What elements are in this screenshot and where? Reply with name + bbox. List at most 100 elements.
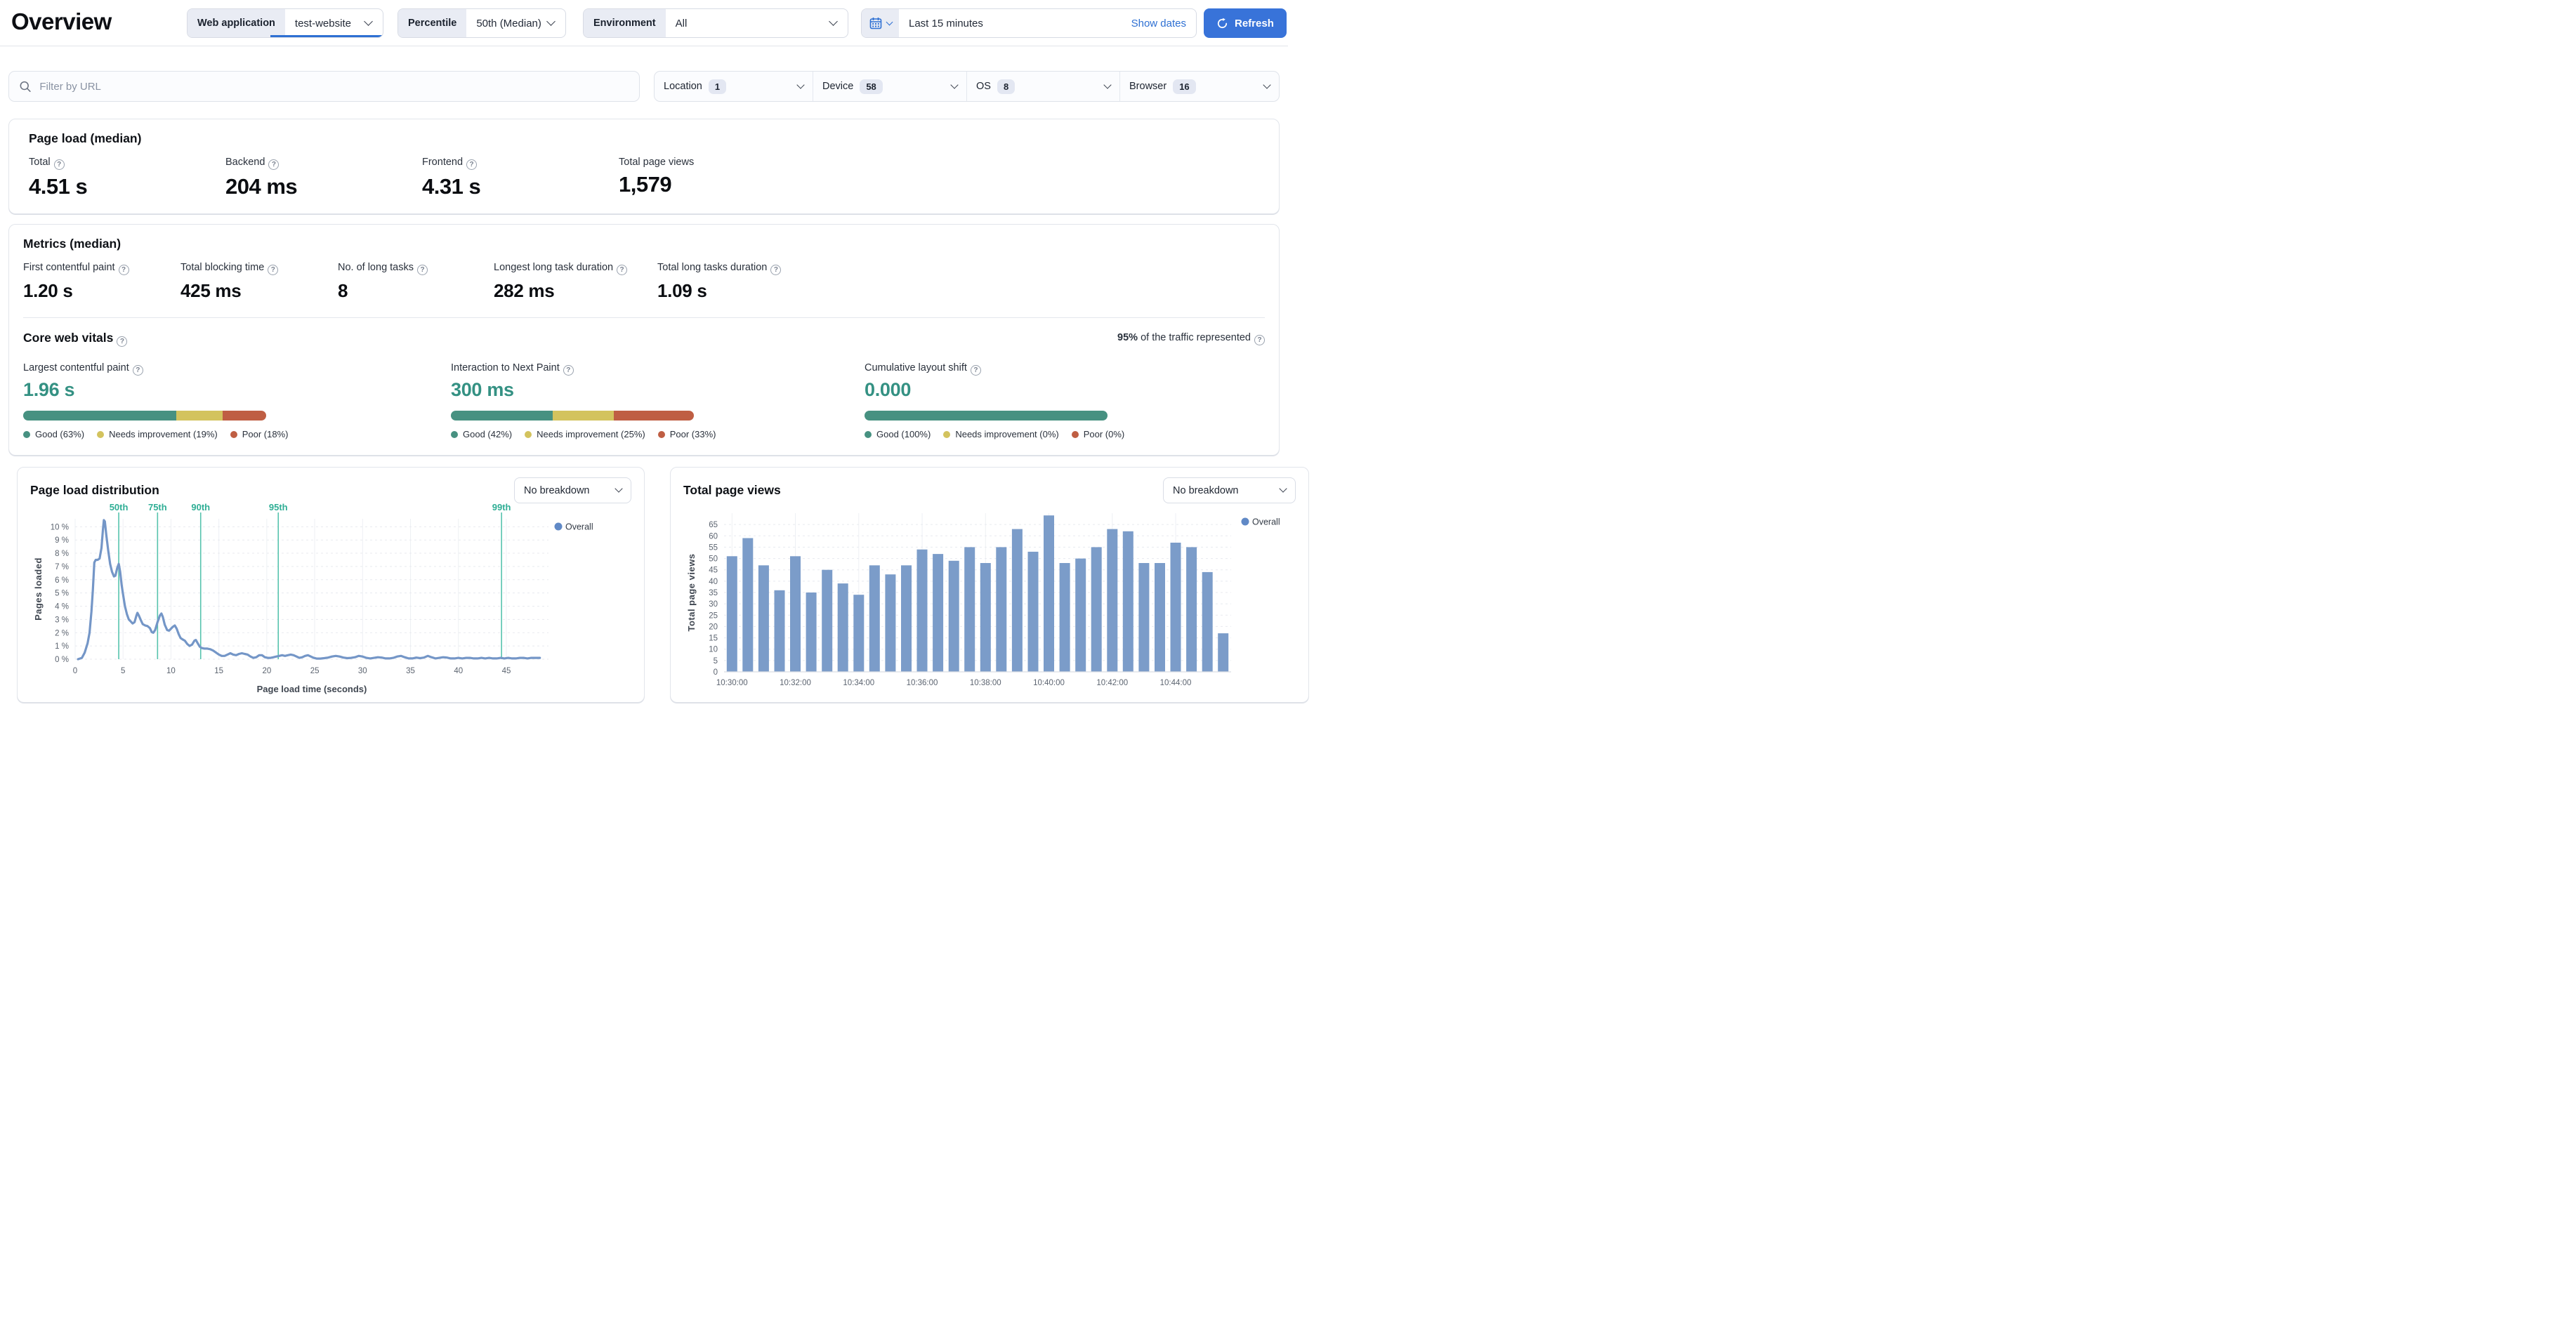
top-bar: Overview Web application test-website Pe… (0, 0, 1288, 46)
time-range-picker[interactable]: Last 15 minutes Show dates (861, 8, 1197, 38)
svg-text:15: 15 (214, 667, 223, 675)
os-filter[interactable]: OS 8 (967, 72, 1120, 101)
svg-text:20: 20 (262, 667, 271, 675)
vital-inp: Interaction to Next Paint 300 ms Good (4… (451, 362, 865, 439)
distribution-breakdown-select[interactable]: No breakdown (514, 477, 631, 503)
chevron-down-icon (546, 17, 556, 26)
browser-filter-label: Browser (1129, 81, 1167, 92)
page-load-distribution-chart[interactable]: 0 5 10 15 20 25 30 35 40 45 0 % 1 % 2 % 3 % 4 % 5 % 6 % 7… (30, 502, 631, 680)
svg-text:0 %: 0 % (55, 656, 69, 664)
svg-text:5: 5 (121, 667, 125, 675)
distribution-x-axis-title: Page load time (seconds) (256, 684, 367, 694)
metric-total-task-duration-value: 1.09 s (657, 280, 707, 301)
metric-total-value: 4.51 s (29, 174, 88, 199)
good-dot-icon (23, 430, 30, 438)
url-filter[interactable] (8, 71, 640, 102)
svg-text:0: 0 (73, 667, 77, 675)
help-icon[interactable] (268, 265, 279, 275)
vital-lcp-label: Largest contentful paint (23, 362, 129, 373)
environment-select[interactable]: Environment All (583, 8, 848, 38)
browser-filter[interactable]: Browser 16 (1120, 72, 1279, 101)
metric-tbt: Total blocking time 425 ms (180, 262, 338, 302)
svg-text:10: 10 (709, 646, 718, 654)
page-load-card: Page load (median) Total 4.51 s Backend … (8, 119, 1280, 214)
total-page-views-card: Total page views No breakdown 10:30:00 10… (670, 467, 1309, 703)
facet-filter-group: Location 1 Device 58 OS 8 Browser 16 (654, 71, 1280, 102)
help-icon[interactable] (118, 265, 129, 275)
svg-text:45: 45 (709, 567, 718, 575)
svg-text:50: 50 (709, 555, 718, 564)
help-icon[interactable] (268, 159, 280, 170)
time-range-value: Last 15 minutes (909, 17, 983, 29)
show-dates-link[interactable]: Show dates (1131, 18, 1186, 29)
vital-cls-value: 0.000 (865, 379, 912, 400)
help-icon[interactable] (117, 336, 128, 347)
metric-backend-label: Backend (225, 157, 265, 168)
svg-text:5 %: 5 % (55, 590, 69, 598)
percentile-select[interactable]: Percentile 50th (Median) (397, 8, 566, 38)
svg-text:20: 20 (709, 623, 718, 631)
svg-text:Overall: Overall (565, 522, 593, 532)
svg-text:95th: 95th (269, 503, 288, 512)
help-icon[interactable] (53, 159, 65, 170)
refresh-icon (1217, 18, 1228, 28)
calendar-segment[interactable] (862, 9, 899, 37)
metric-longest-task: Longest long task duration 282 ms (494, 262, 657, 302)
metric-tbt-label: Total blocking time (180, 262, 265, 273)
svg-text:55: 55 (709, 543, 718, 552)
chevron-down-icon (950, 80, 959, 89)
core-web-vitals-title: Core web vitals (23, 331, 114, 345)
metric-tbt-value: 425 ms (180, 280, 242, 301)
help-icon[interactable] (466, 159, 478, 170)
metric-long-tasks: No. of long tasks 8 (338, 262, 494, 302)
metric-backend: Backend 204 ms (225, 157, 422, 199)
web-application-label: Web application (188, 9, 285, 37)
device-filter[interactable]: Device 58 (813, 72, 967, 101)
browser-count-badge: 16 (1173, 79, 1196, 94)
web-application-select[interactable]: Web application test-website (187, 8, 383, 38)
svg-text:35: 35 (406, 667, 415, 675)
poor-dot-icon (230, 430, 237, 438)
metrics-title: Metrics (median) (23, 237, 121, 251)
metric-frontend-label: Frontend (422, 157, 464, 168)
location-filter[interactable]: Location 1 (655, 72, 813, 101)
help-icon[interactable] (563, 365, 574, 376)
page-views-breakdown-select[interactable]: No breakdown (1163, 477, 1296, 503)
vital-lcp-value: 1.96 s (23, 379, 75, 400)
search-icon (20, 81, 31, 92)
good-dot-icon (865, 430, 872, 438)
svg-text:1 %: 1 % (55, 642, 69, 651)
page-title: Overview (11, 8, 112, 34)
help-icon[interactable] (970, 365, 981, 376)
chevron-down-icon (796, 80, 805, 89)
page-load-title: Page load (median) (29, 131, 142, 145)
svg-text:75th: 75th (148, 503, 167, 512)
svg-text:Total page views: Total page views (686, 553, 697, 631)
metric-total: Total 4.51 s (29, 157, 225, 199)
refresh-button[interactable]: Refresh (1204, 8, 1287, 38)
svg-text:35: 35 (709, 589, 718, 597)
help-icon[interactable] (417, 265, 428, 275)
svg-text:0: 0 (714, 668, 718, 677)
svg-text:10:38:00: 10:38:00 (970, 679, 1001, 687)
svg-text:40: 40 (709, 578, 718, 586)
section-divider (23, 317, 1265, 318)
filter-row: Location 1 Device 58 OS 8 Browser 16 (8, 71, 1280, 102)
help-icon[interactable] (617, 265, 628, 275)
svg-text:3 %: 3 % (55, 616, 69, 624)
location-count-badge: 1 (708, 79, 727, 94)
help-icon[interactable] (1254, 335, 1265, 345)
url-filter-input[interactable] (39, 80, 629, 93)
svg-text:10:44:00: 10:44:00 (1160, 679, 1192, 687)
help-icon[interactable] (132, 365, 143, 376)
metric-backend-value: 204 ms (225, 174, 298, 199)
metric-total-page-views-value: 1,579 (619, 172, 672, 197)
svg-text:30: 30 (358, 667, 367, 675)
metric-fcp-value: 1.20 s (23, 280, 73, 301)
total-page-views-chart[interactable]: 10:30:00 10:32:00 10:34:00 10:36:00 10:38:00… (683, 503, 1296, 691)
metric-frontend-value: 4.31 s (422, 174, 481, 199)
svg-text:90th: 90th (191, 503, 210, 512)
os-filter-label: OS (976, 81, 991, 92)
svg-text:7 %: 7 % (55, 563, 69, 571)
help-icon[interactable] (770, 265, 782, 275)
